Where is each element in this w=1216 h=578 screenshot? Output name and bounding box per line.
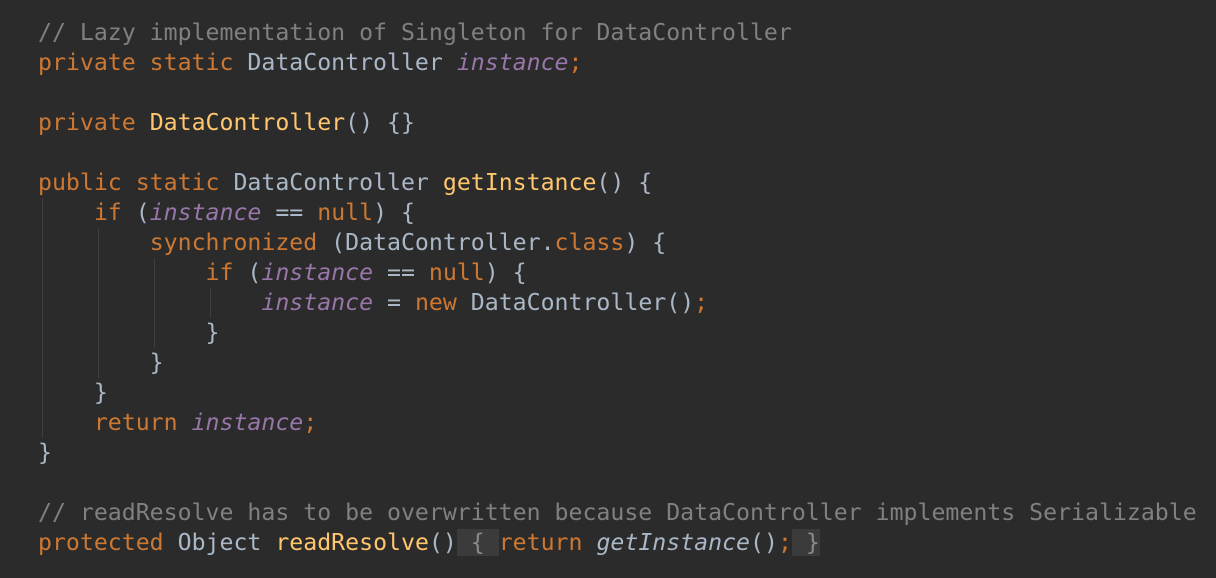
code-token: == [261, 199, 318, 226]
code-line[interactable]: } [38, 318, 1197, 348]
code-token: instance [191, 409, 304, 436]
code-line[interactable]: } [38, 348, 1197, 378]
code-token: return [93, 409, 192, 436]
code-token: getInstance [442, 169, 597, 196]
code-line[interactable]: instance = new DataController(); [38, 288, 1197, 318]
code-token: } [38, 349, 164, 376]
code-token: DataController() [470, 289, 695, 316]
code-line[interactable]: return instance; [38, 408, 1197, 438]
code-token: new [414, 289, 471, 316]
code-line[interactable] [38, 468, 1197, 498]
code-line[interactable]: } [38, 438, 1197, 468]
code-line[interactable]: // Lazy implementation of Singleton for … [38, 18, 1197, 48]
code-token: if [93, 199, 136, 226]
code-token: null [428, 259, 485, 286]
code-token: readResolve [275, 529, 429, 556]
code-token: class [554, 229, 625, 256]
code-token: Object [177, 529, 276, 556]
code-token: if [205, 259, 248, 286]
code-token: instance [149, 199, 262, 226]
code-token: } [38, 319, 220, 346]
code-token: getInstance [596, 529, 751, 556]
code-line[interactable]: synchronized (DataController.class) { [38, 228, 1197, 258]
folded-code-region[interactable]: { [456, 529, 499, 556]
code-token: protected [38, 529, 178, 556]
code-token: DataController [149, 109, 346, 136]
code-line[interactable]: protected Object readResolve() { return … [38, 528, 1197, 558]
code-token: synchronized [149, 229, 332, 256]
folded-code-region[interactable]: } [791, 529, 820, 556]
code-line[interactable]: private DataController() {} [38, 108, 1197, 138]
code-token: ; [568, 49, 583, 76]
code-token: (DataController. [331, 229, 555, 256]
code-line[interactable]: if (instance == null) { [38, 258, 1197, 288]
code-line[interactable]: // readResolve has to be overwritten bec… [38, 498, 1197, 528]
code-token: ; [694, 289, 709, 316]
code-token: instance [456, 49, 569, 76]
code-token: public static [38, 169, 234, 196]
code-token: ( [135, 199, 150, 226]
code-token: // Lazy implementation of Singleton for … [38, 19, 792, 46]
code-token: instance [261, 259, 374, 286]
code-token: ) { [484, 259, 527, 286]
code-token: private [38, 109, 150, 136]
code-token: ; [303, 409, 318, 436]
code-line[interactable] [38, 138, 1197, 168]
code-token: return [498, 529, 597, 556]
code-token: ( [247, 259, 262, 286]
code-line[interactable]: } [38, 378, 1197, 408]
code-token: () { [596, 169, 653, 196]
code-token: () [750, 529, 778, 556]
code-token: () [428, 529, 457, 556]
code-token: null [317, 199, 374, 226]
code-line[interactable] [38, 78, 1197, 108]
code-token: == [373, 259, 429, 286]
code-token: ) { [373, 199, 415, 226]
code-token: ; [777, 529, 792, 556]
code-line[interactable]: private static DataController instance; [38, 48, 1197, 78]
code-token: () {} [345, 109, 415, 136]
code-token: DataController [247, 49, 457, 76]
code-token: DataController [233, 169, 443, 196]
code-token: = [373, 289, 415, 316]
code-token: } [38, 439, 52, 466]
code-token: } [38, 379, 108, 406]
code-token: ) { [624, 229, 667, 256]
code-editor[interactable]: // Lazy implementation of Singleton for … [38, 18, 1197, 558]
code-line[interactable]: if (instance == null) { [38, 198, 1197, 228]
code-token: private static [38, 49, 248, 76]
code-token: // readResolve has to be overwritten bec… [38, 499, 1197, 526]
code-line[interactable]: public static DataController getInstance… [38, 168, 1197, 198]
code-token: instance [261, 289, 374, 316]
